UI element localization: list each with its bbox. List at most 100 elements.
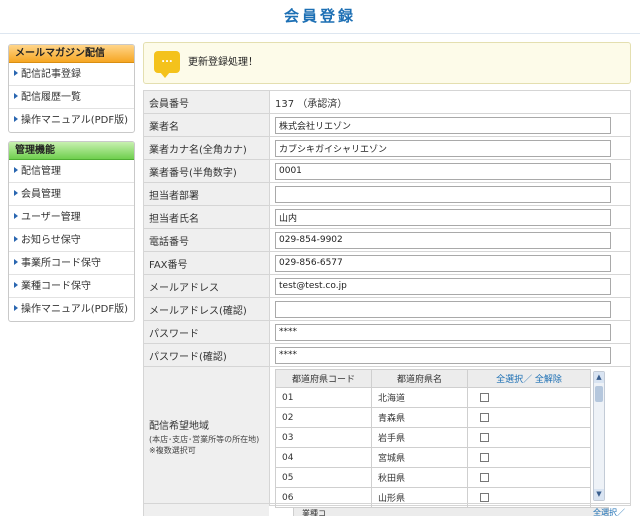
triangle-right-icon <box>14 70 18 76</box>
company-number-input[interactable] <box>275 162 611 180</box>
speech-bubble-icon: ... <box>154 51 180 78</box>
prefecture-code: 04 <box>275 447 372 468</box>
menu-item-office-code[interactable]: 事業所コード保守 <box>9 252 134 275</box>
menu-item-label: お知らせ保守 <box>21 235 81 246</box>
field-label: パスワード <box>143 320 270 344</box>
menu-item-label: 配信履歴一覧 <box>21 92 81 103</box>
prefecture-code: 05 <box>275 467 372 488</box>
field-label: 配信希望地域 <box>149 420 209 432</box>
phone-input[interactable] <box>275 231 611 249</box>
chevron-down-icon[interactable]: ▼ <box>594 489 604 500</box>
company-kana-input[interactable] <box>275 139 611 157</box>
menu-item-notices[interactable]: お知らせ保守 <box>9 229 134 252</box>
field-label: 業者番号(半角数字) <box>143 159 270 183</box>
notice-message: 更新登録処理！ <box>188 57 258 68</box>
chevron-up-icon[interactable]: ▲ <box>594 372 604 383</box>
prefecture-row: 03 岩手県 <box>275 427 591 448</box>
member-form: 会員番号 137 （承認済） 業者名 業者カナ名(全角カナ) 業者番号(半角数字… <box>143 90 631 508</box>
form-row: 業者カナ名(全角カナ) <box>143 136 631 160</box>
prefecture-checkbox[interactable] <box>480 412 489 422</box>
region-cell: 都道府県コード 都道府県名 全選択／ 全解除 01 北海道 02 青森県 03 … <box>269 366 631 508</box>
form-row: パスワード <box>143 320 631 344</box>
field-label: パスワード(確認) <box>143 343 270 367</box>
form-row: 電話番号 <box>143 228 631 252</box>
form-row: パスワード(確認) <box>143 343 631 367</box>
password-input[interactable] <box>275 323 611 341</box>
prefecture-name: 北海道 <box>371 387 468 408</box>
triangle-right-icon <box>14 282 18 288</box>
prefecture-table: 都道府県コード 都道府県名 全選択／ 全解除 01 北海道 02 青森県 03 … <box>275 369 591 508</box>
prefecture-name: 秋田県 <box>371 467 468 488</box>
form-row: メールアドレス(確認) <box>143 297 631 321</box>
field-label: 業者名 <box>143 113 270 137</box>
menu-item-history[interactable]: 配信履歴一覧 <box>9 86 134 109</box>
menu-item-users[interactable]: ユーザー管理 <box>9 206 134 229</box>
triangle-right-icon <box>14 167 18 173</box>
prefecture-list[interactable]: 都道府県コード 都道府県名 全選択／ 全解除 01 北海道 02 青森県 03 … <box>275 369 611 508</box>
triangle-right-icon <box>14 236 18 242</box>
region-label-cell: 配信希望地域 (本店･支店･営業所等の所在地) ※複数選択可 <box>143 366 270 506</box>
contact-name-input[interactable] <box>275 208 611 226</box>
menu-item-label: 操作マニュアル(PDF版) <box>21 304 128 315</box>
region-sub-label: (本店･支店･営業所等の所在地) <box>149 434 260 444</box>
menu-item-label: ユーザー管理 <box>21 212 81 223</box>
triangle-right-icon <box>14 93 18 99</box>
field-label: メールアドレス(確認) <box>143 297 270 321</box>
menu-item-label: 業種コード保守 <box>21 281 91 292</box>
menu-item-manual-admin[interactable]: 操作マニュアル(PDF版) <box>9 298 134 321</box>
triangle-right-icon <box>14 213 18 219</box>
prefecture-checkbox[interactable] <box>480 432 489 442</box>
field-label: 会員番号 <box>143 90 270 114</box>
form-row: FAX番号 <box>143 251 631 275</box>
field-label: 電話番号 <box>143 228 270 252</box>
prefecture-scrollbar[interactable]: ▲ ▼ <box>593 371 605 501</box>
field-label: メールアドレス <box>143 274 270 298</box>
field-label: FAX番号 <box>143 251 270 275</box>
prefecture-checkbox[interactable] <box>480 492 489 502</box>
email-confirm-input[interactable] <box>275 300 611 318</box>
menu-item-members[interactable]: 会員管理 <box>9 183 134 206</box>
prefecture-code: 01 <box>275 387 372 408</box>
company-name-input[interactable] <box>275 116 611 134</box>
prefecture-row: 04 宮城県 <box>275 447 591 468</box>
menu-item-label: 事業所コード保守 <box>21 258 101 269</box>
triangle-right-icon <box>14 259 18 265</box>
triangle-right-icon <box>14 116 18 122</box>
form-row: 業者名 <box>143 113 631 137</box>
prefecture-row: 05 秋田県 <box>275 467 591 488</box>
menu-item-label: 操作マニュアル(PDF版) <box>21 115 128 126</box>
notice-box: ... 更新登録処理！ <box>143 42 631 84</box>
fax-input[interactable] <box>275 254 611 272</box>
prefecture-header-row: 都道府県コード 都道府県名 全選択／ 全解除 <box>275 369 591 388</box>
mailmag-menu: メールマガジン配信 配信記事登録 配信履歴一覧 操作マニュアル(PDF版) <box>8 44 135 133</box>
industry-select-all[interactable]: 全選択／ <box>593 507 625 516</box>
member-number-value: 137 （承認済） <box>269 90 631 114</box>
admin-menu-heading: 管理機能 <box>9 142 134 160</box>
field-label: 担当者氏名 <box>143 205 270 229</box>
menu-item-delivery[interactable]: 配信管理 <box>9 160 134 183</box>
menu-item-manual-mailmag[interactable]: 操作マニュアル(PDF版) <box>9 109 134 132</box>
mailmag-menu-heading: メールマガジン配信 <box>9 45 134 63</box>
prefecture-code: 02 <box>275 407 372 428</box>
menu-item-industry-code[interactable]: 業種コード保守 <box>9 275 134 298</box>
password-confirm-input[interactable] <box>275 346 611 364</box>
department-input[interactable] <box>275 185 611 203</box>
prefecture-code: 03 <box>275 427 372 448</box>
form-row: 業者番号(半角数字) <box>143 159 631 183</box>
form-row: 担当者部署 <box>143 182 631 206</box>
select-all-toggle[interactable]: 全選択／ 全解除 <box>467 369 591 388</box>
region-multi-note: ※複数選択可 <box>149 445 196 455</box>
sidebar: メールマガジン配信 配信記事登録 配信履歴一覧 操作マニュアル(PDF版) 管理… <box>8 44 135 330</box>
prefecture-name: 青森県 <box>371 407 468 428</box>
prefecture-checkbox[interactable] <box>480 472 489 482</box>
field-label: 担当者部署 <box>143 182 270 206</box>
prefecture-name: 宮城県 <box>371 447 468 468</box>
field-label: 業者カナ名(全角カナ) <box>143 136 270 160</box>
prefecture-checkbox[interactable] <box>480 392 489 402</box>
menu-item-article-register[interactable]: 配信記事登録 <box>9 63 134 86</box>
prefecture-row: 02 青森県 <box>275 407 591 428</box>
prefecture-row: 01 北海道 <box>275 387 591 408</box>
prefecture-checkbox[interactable] <box>480 452 489 462</box>
email-input[interactable] <box>275 277 611 295</box>
scrollbar-thumb[interactable] <box>595 386 603 402</box>
